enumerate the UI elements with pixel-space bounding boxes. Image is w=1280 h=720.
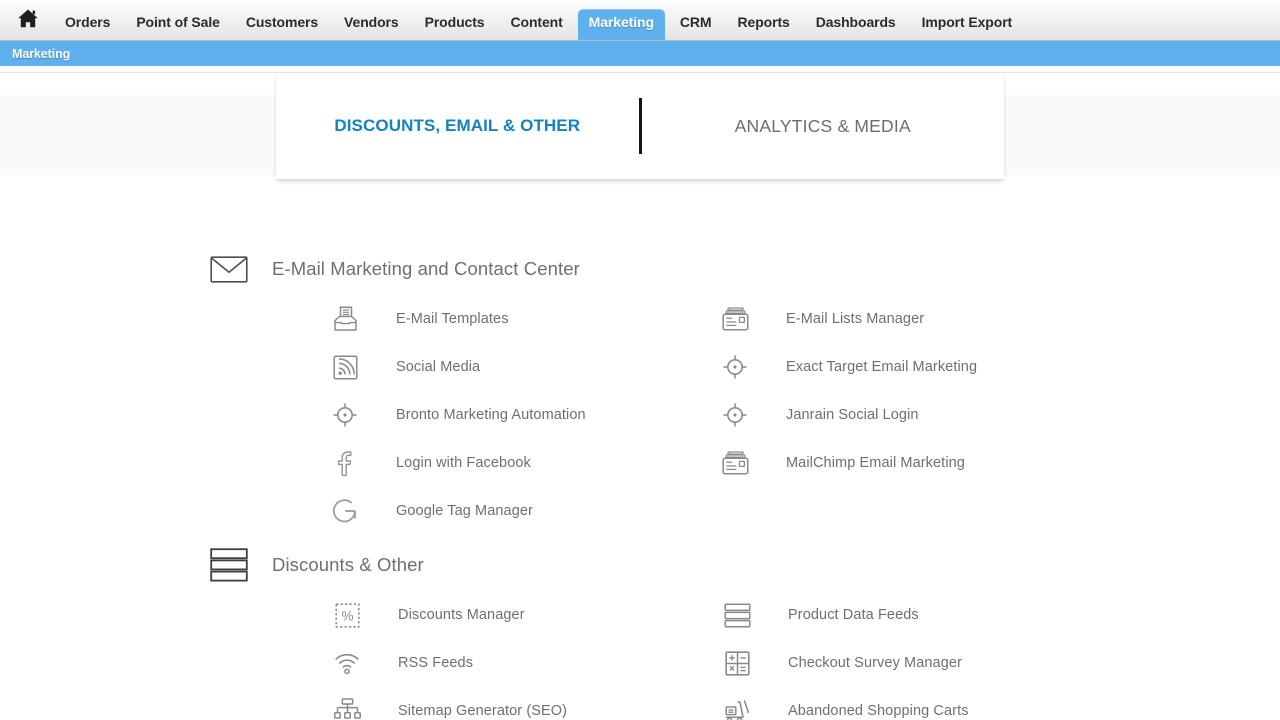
list-item-email-templates[interactable]: E-Mail Templates (328, 295, 718, 343)
nav-item-products[interactable]: Products (414, 9, 496, 38)
list-item-bronto-marketing-automation[interactable]: Bronto Marketing Automation (328, 391, 718, 439)
list-item-label: Checkout Survey Manager (788, 655, 962, 671)
stacked-bars-icon (720, 602, 754, 628)
main-content: E-Mail Marketing and Contact Center E-Ma… (0, 213, 1280, 720)
list-item-product-data-feeds[interactable]: Product Data Feeds (720, 591, 1280, 639)
nav-item-marketing[interactable]: Marketing (577, 8, 665, 40)
list-item-discounts-manager[interactable]: % Discounts Manager (330, 591, 720, 639)
calculator-icon (720, 650, 754, 676)
nav-item-customers[interactable]: Customers (235, 9, 329, 38)
list-item-sitemap-generator-seo[interactable]: Sitemap Generator (SEO) (330, 687, 720, 720)
home-icon[interactable] (10, 0, 46, 40)
card-stack-icon (718, 451, 752, 475)
card-stack-icon (718, 307, 752, 331)
facebook-icon (328, 450, 362, 477)
list-item-checkout-survey-manager[interactable]: Checkout Survey Manager (720, 639, 1280, 687)
crosshair-target-icon (718, 354, 752, 380)
list-item-label: E-Mail Templates (396, 311, 509, 327)
section-items-grid: E-Mail Templates Social Media Bronto Mar… (0, 291, 1280, 535)
percent-dashed-icon: % (330, 602, 364, 628)
list-item-rss-feeds[interactable]: RSS Feeds (330, 639, 720, 687)
list-item-mailchimp-email-marketing[interactable]: MailChimp Email Marketing (718, 439, 1280, 487)
list-item-label: Abandoned Shopping Carts (788, 703, 969, 719)
tab-card-region: DISCOUNTS, EMAIL & OTHER ANALYTICS & MED… (0, 73, 1280, 213)
tab-discounts-email-other[interactable]: DISCOUNTS, EMAIL & OTHER (276, 116, 639, 136)
rss-box-icon (328, 354, 362, 380)
list-item-social-media[interactable]: Social Media (328, 343, 718, 391)
list-item-exact-target-email-marketing[interactable]: Exact Target Email Marketing (718, 343, 1280, 391)
nav-item-vendors[interactable]: Vendors (333, 9, 410, 38)
list-item-label: Google Tag Manager (396, 503, 533, 519)
section-title: E-Mail Marketing and Contact Center (272, 258, 580, 279)
section-header: Discounts & Other (0, 543, 1280, 587)
sitemap-tree-icon (330, 698, 364, 720)
top-navigation-bar: Orders Point of Sale Customers Vendors P… (0, 0, 1280, 41)
nav-item-orders[interactable]: Orders (54, 9, 121, 38)
nav-item-import-export[interactable]: Import Export (911, 9, 1023, 38)
rss-wave-icon (330, 651, 364, 675)
section-items-grid: % Discounts Manager RSS Feeds Sitemap Ge… (0, 587, 1280, 720)
crosshair-target-icon (718, 402, 752, 428)
tab-analytics-media[interactable]: ANALYTICS & MEDIA (642, 116, 1005, 137)
right-column: E-Mail Lists Manager Exact Target Email … (718, 295, 1280, 535)
crosshair-target-icon (328, 402, 362, 428)
list-item-label: RSS Feeds (398, 655, 474, 671)
tab-card: DISCOUNTS, EMAIL & OTHER ANALYTICS & MED… (276, 73, 1004, 179)
right-column: Product Data Feeds Checkout Survey Manag… (720, 591, 1280, 720)
shopping-cart-icon (720, 699, 754, 720)
nav-item-reports[interactable]: Reports (727, 9, 801, 38)
inbox-document-icon (328, 306, 362, 332)
list-item-label: Sitemap Generator (SEO) (398, 703, 568, 719)
section-discounts-other: Discounts & Other % Discounts Manager RS… (0, 543, 1280, 720)
left-column: E-Mail Templates Social Media Bronto Mar… (328, 295, 718, 535)
nav-item-dashboards[interactable]: Dashboards (805, 9, 907, 38)
breadcrumb: Marketing (0, 41, 1280, 67)
breadcrumb-label: Marketing (12, 46, 71, 61)
list-item-google-tag-manager[interactable]: Google Tag Manager (328, 487, 718, 535)
list-item-janrain-social-login[interactable]: Janrain Social Login (718, 391, 1280, 439)
envelope-icon (210, 255, 252, 283)
section-title: Discounts & Other (272, 554, 424, 575)
section-header: E-Mail Marketing and Contact Center (0, 247, 1280, 291)
section-email-marketing: E-Mail Marketing and Contact Center E-Ma… (0, 247, 1280, 535)
list-item-email-lists-manager[interactable]: E-Mail Lists Manager (718, 295, 1280, 343)
left-column: % Discounts Manager RSS Feeds Sitemap Ge… (330, 591, 720, 720)
list-item-label: E-Mail Lists Manager (786, 311, 925, 327)
list-item-label: Discounts Manager (398, 607, 525, 623)
list-item-label: Social Media (396, 359, 481, 375)
nav-item-content[interactable]: Content (499, 9, 573, 38)
list-item-label: Exact Target Email Marketing (786, 359, 978, 375)
list-item-label: Bronto Marketing Automation (396, 407, 586, 423)
google-g-icon (328, 498, 362, 525)
list-item-login-with-facebook[interactable]: Login with Facebook (328, 439, 718, 487)
nav-item-point-of-sale[interactable]: Point of Sale (125, 9, 231, 38)
nav-item-crm[interactable]: CRM (669, 9, 723, 38)
list-item-label: Product Data Feeds (788, 607, 919, 623)
list-item-label: Janrain Social Login (786, 407, 919, 423)
list-item-abandoned-shopping-carts[interactable]: Abandoned Shopping Carts (720, 687, 1280, 720)
stacked-bars-icon (210, 548, 252, 582)
list-item-label: Login with Facebook (396, 455, 531, 471)
list-item-label: MailChimp Email Marketing (786, 455, 965, 471)
svg-text:%: % (341, 608, 353, 623)
